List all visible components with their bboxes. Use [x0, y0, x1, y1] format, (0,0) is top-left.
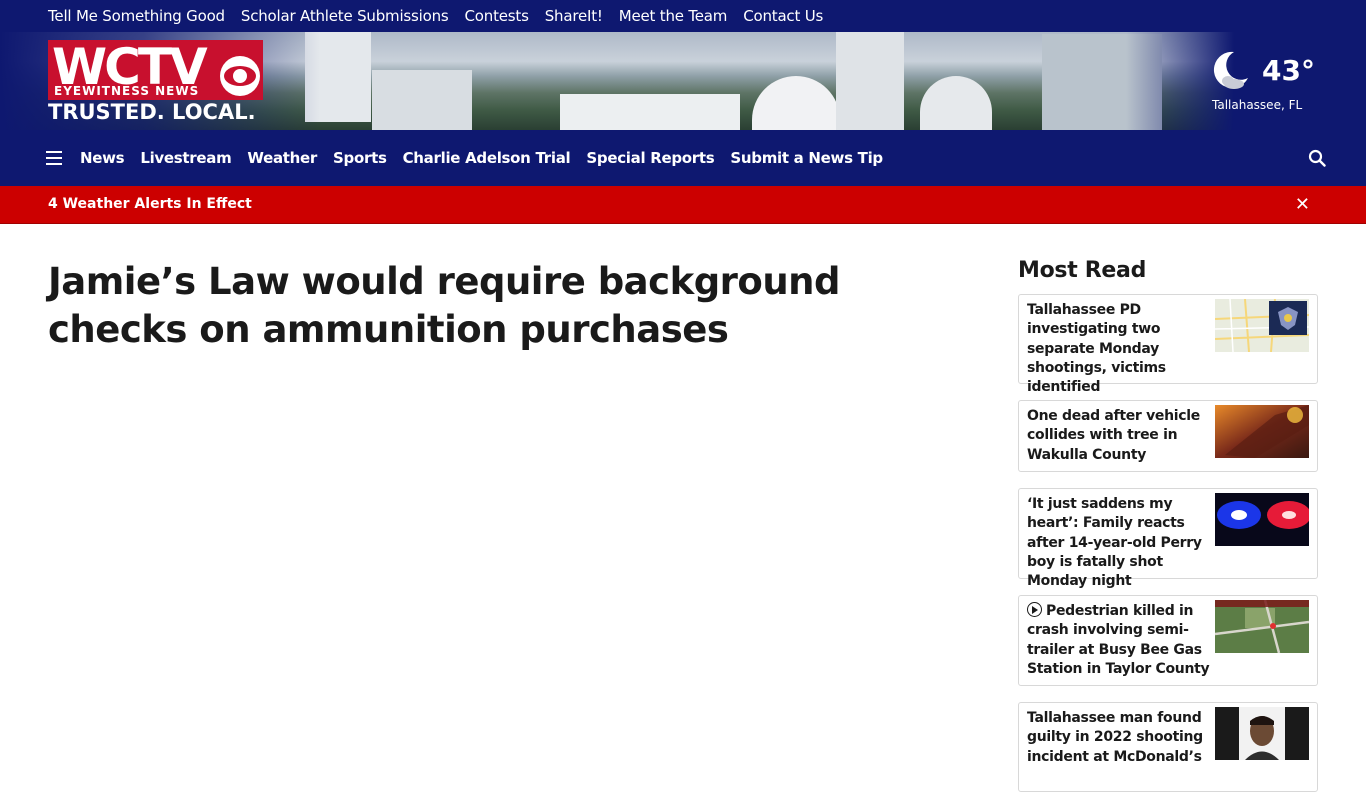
- most-read-item[interactable]: Tallahassee man found guilty in 2022 sho…: [1018, 702, 1318, 792]
- most-read-item[interactable]: One dead after vehicle collides with tre…: [1018, 400, 1318, 472]
- nav-item-charlie-adelson-trial[interactable]: Charlie Adelson Trial: [403, 149, 571, 167]
- weather-alert-bar[interactable]: 4 Weather Alerts In Effect ✕: [0, 186, 1366, 224]
- thumbnail-crash-image[interactable]: [1215, 405, 1309, 458]
- nav-item-livestream[interactable]: Livestream: [140, 149, 231, 167]
- most-read-item[interactable]: Pedestrian killed in crash involving sem…: [1018, 595, 1318, 686]
- thumbnail-map-image[interactable]: [1215, 299, 1309, 352]
- thumbnail-police-lights-image[interactable]: [1215, 493, 1309, 546]
- most-read-item[interactable]: Tallahassee PD investigating two separat…: [1018, 294, 1318, 395]
- capitol-tower: [836, 32, 904, 130]
- wctv-logo[interactable]: WCTV EYEWITNESS NEWS TRUSTED. LOCAL.: [48, 38, 264, 126]
- weather-widget[interactable]: 43° Tallahassee, FL: [1208, 44, 1318, 120]
- most-read-item-title[interactable]: One dead after vehicle collides with tre…: [1027, 407, 1215, 465]
- top-link-contact-us[interactable]: Contact Us: [743, 7, 823, 25]
- most-read-title: Most Read: [1018, 258, 1147, 283]
- play-video-icon: [1027, 602, 1042, 617]
- cbs-eye-icon: [220, 56, 260, 96]
- skyline-building: [372, 70, 472, 130]
- most-read-item-title[interactable]: ‘It just saddens my heart’: Family react…: [1027, 495, 1215, 591]
- most-read-item[interactable]: ‘It just saddens my heart’: Family react…: [1018, 488, 1318, 589]
- hamburger-icon[interactable]: [46, 151, 62, 165]
- nav-item-sports[interactable]: Sports: [333, 149, 387, 167]
- capitol-dome: [752, 76, 840, 130]
- thumbnail-aerial-map-image[interactable]: [1215, 600, 1309, 653]
- top-link-contests[interactable]: Contests: [465, 7, 529, 25]
- most-read-item-title[interactable]: Pedestrian killed in crash involving sem…: [1027, 602, 1215, 679]
- top-link-meet-the-team[interactable]: Meet the Team: [619, 7, 728, 25]
- nav-item-submit-news-tip[interactable]: Submit a News Tip: [730, 149, 883, 167]
- nav-item-weather[interactable]: Weather: [247, 149, 317, 167]
- logo-subtitle: EYEWITNESS NEWS: [54, 84, 200, 98]
- most-read-sidebar: Most Read Tallahassee PD investigating t…: [1018, 258, 1318, 792]
- logo-tagline: TRUSTED. LOCAL.: [48, 100, 256, 124]
- article-headline: Jamie’s Law would require background che…: [48, 260, 841, 351]
- temperature: 43°: [1262, 54, 1315, 87]
- top-link-shareit[interactable]: ShareIt!: [545, 7, 603, 25]
- main-nav: News Livestream Weather Sports Charlie A…: [0, 130, 1366, 186]
- weather-location: Tallahassee, FL: [1212, 98, 1303, 112]
- weather-alert-text[interactable]: 4 Weather Alerts In Effect: [48, 196, 252, 212]
- nav-item-special-reports[interactable]: Special Reports: [586, 149, 714, 167]
- most-read-item-title[interactable]: Tallahassee PD investigating two separat…: [1027, 301, 1215, 397]
- top-utility-bar: Tell Me Something Good Scholar Athlete S…: [0, 0, 1366, 32]
- thumbnail-mugshot-image[interactable]: [1215, 707, 1309, 760]
- top-link-scholar-athlete[interactable]: Scholar Athlete Submissions: [241, 7, 449, 25]
- close-icon[interactable]: ✕: [1295, 194, 1310, 215]
- capitol-dome: [920, 76, 992, 130]
- nav-item-news[interactable]: News: [80, 149, 125, 167]
- top-link-tell-me-something-good[interactable]: Tell Me Something Good: [48, 7, 225, 25]
- moon-cloud-icon: [1213, 51, 1248, 89]
- skyline-building: [560, 94, 740, 130]
- most-read-item-title[interactable]: Tallahassee man found guilty in 2022 sho…: [1027, 709, 1215, 767]
- search-icon[interactable]: [1308, 149, 1326, 167]
